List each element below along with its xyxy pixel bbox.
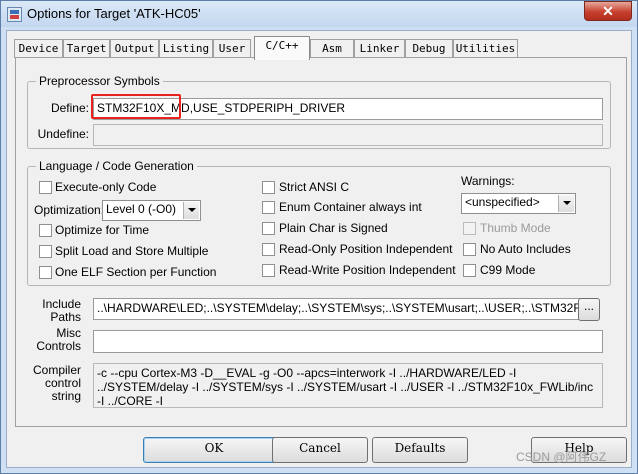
ro-pos-checkbox[interactable] xyxy=(262,243,275,256)
one-elf-checkbox[interactable] xyxy=(39,266,52,279)
plain-char-label: Plain Char is Signed xyxy=(279,221,388,235)
chevron-down-icon xyxy=(558,195,574,212)
split-load-label: Split Load and Store Multiple xyxy=(55,244,209,258)
annotation-highlight xyxy=(91,94,181,119)
enum-container-checkbox[interactable] xyxy=(262,201,275,214)
misc-label-line2: Controls xyxy=(36,339,81,353)
strict-ansi-checkbox[interactable] xyxy=(262,181,275,194)
window-title: Options for Target 'ATK-HC05' xyxy=(27,6,201,21)
tab-output[interactable]: Output xyxy=(110,39,159,58)
cancel-button[interactable]: Cancel xyxy=(272,437,368,463)
no-auto-includes-label: No Auto Includes xyxy=(480,242,571,256)
warnings-label: Warnings: xyxy=(461,174,515,188)
optimize-time-label: Optimize for Time xyxy=(55,223,150,237)
execute-only-label: Execute-only Code xyxy=(55,180,157,194)
thumb-mode-checkbox[interactable] xyxy=(463,222,476,235)
ok-button[interactable]: OK xyxy=(143,437,285,463)
compiler-control-string[interactable]: -c --cpu Cortex-M3 -D__EVAL -g -O0 --apc… xyxy=(93,363,603,408)
ro-pos-label: Read-Only Position Independent xyxy=(279,242,453,256)
tab-utilities[interactable]: Utilities xyxy=(453,39,518,58)
watermark: CSDN @阿伟GZ xyxy=(516,450,607,464)
title-bar[interactable]: Options for Target 'ATK-HC05' xyxy=(1,1,637,27)
include-label-line2: Paths xyxy=(50,310,81,324)
tab-device[interactable]: Device xyxy=(14,39,63,58)
tab-listing[interactable]: Listing xyxy=(159,39,213,58)
chevron-down-icon xyxy=(183,202,199,219)
no-auto-includes-checkbox[interactable] xyxy=(463,243,476,256)
execute-only-checkbox[interactable] xyxy=(39,181,52,194)
undefine-label: Undefine: xyxy=(37,127,89,141)
define-label: Define: xyxy=(50,101,89,115)
plain-char-checkbox[interactable] xyxy=(262,222,275,235)
enum-container-label: Enum Container always int xyxy=(279,200,422,214)
language-legend: Language / Code Generation xyxy=(36,159,197,173)
include-paths-input[interactable]: ..\HARDWARE\LED;..\SYSTEM\delay;..\SYSTE… xyxy=(93,298,584,320)
tab-user[interactable]: User xyxy=(213,39,251,58)
include-paths-label: Include Paths xyxy=(17,298,81,324)
tab-linker[interactable]: Linker xyxy=(354,39,405,58)
optimization-value: Level 0 (-O0) xyxy=(106,202,177,216)
split-load-checkbox[interactable] xyxy=(39,245,52,258)
compiler-label-line3: string xyxy=(51,389,81,403)
c99-mode-checkbox[interactable] xyxy=(463,264,476,277)
one-elf-label: One ELF Section per Function xyxy=(55,265,217,279)
app-icon xyxy=(7,7,22,22)
warnings-select[interactable]: <unspecified> xyxy=(461,193,576,214)
optimization-select[interactable]: Level 0 (-O0) xyxy=(102,200,201,221)
tab-debug[interactable]: Debug xyxy=(405,39,453,58)
misc-controls-label: Misc Controls xyxy=(17,327,81,353)
thumb-mode-label: Thumb Mode xyxy=(480,221,551,235)
undefine-input[interactable] xyxy=(93,124,603,146)
strict-ansi-label: Strict ANSI C xyxy=(279,180,350,194)
tab-c-cpp[interactable]: C/C++ xyxy=(254,36,310,60)
rw-pos-label: Read-Write Position Independent xyxy=(279,263,456,277)
optimization-label: Optimization: xyxy=(34,203,105,217)
compiler-control-label: Compiler control string xyxy=(17,364,81,403)
tab-target[interactable]: Target xyxy=(63,39,110,58)
c99-mode-label: C99 Mode xyxy=(480,263,536,277)
include-browse-button[interactable]: ... xyxy=(578,298,600,321)
warnings-value: <unspecified> xyxy=(465,195,540,209)
misc-controls-input[interactable] xyxy=(93,330,603,353)
defaults-button[interactable]: Defaults xyxy=(372,437,468,463)
preprocessor-legend: Preprocessor Symbols xyxy=(36,74,163,88)
optimize-time-checkbox[interactable] xyxy=(39,224,52,237)
tab-asm[interactable]: Asm xyxy=(310,39,354,58)
close-button[interactable]: ✕ xyxy=(584,1,632,21)
rw-pos-checkbox[interactable] xyxy=(262,264,275,277)
